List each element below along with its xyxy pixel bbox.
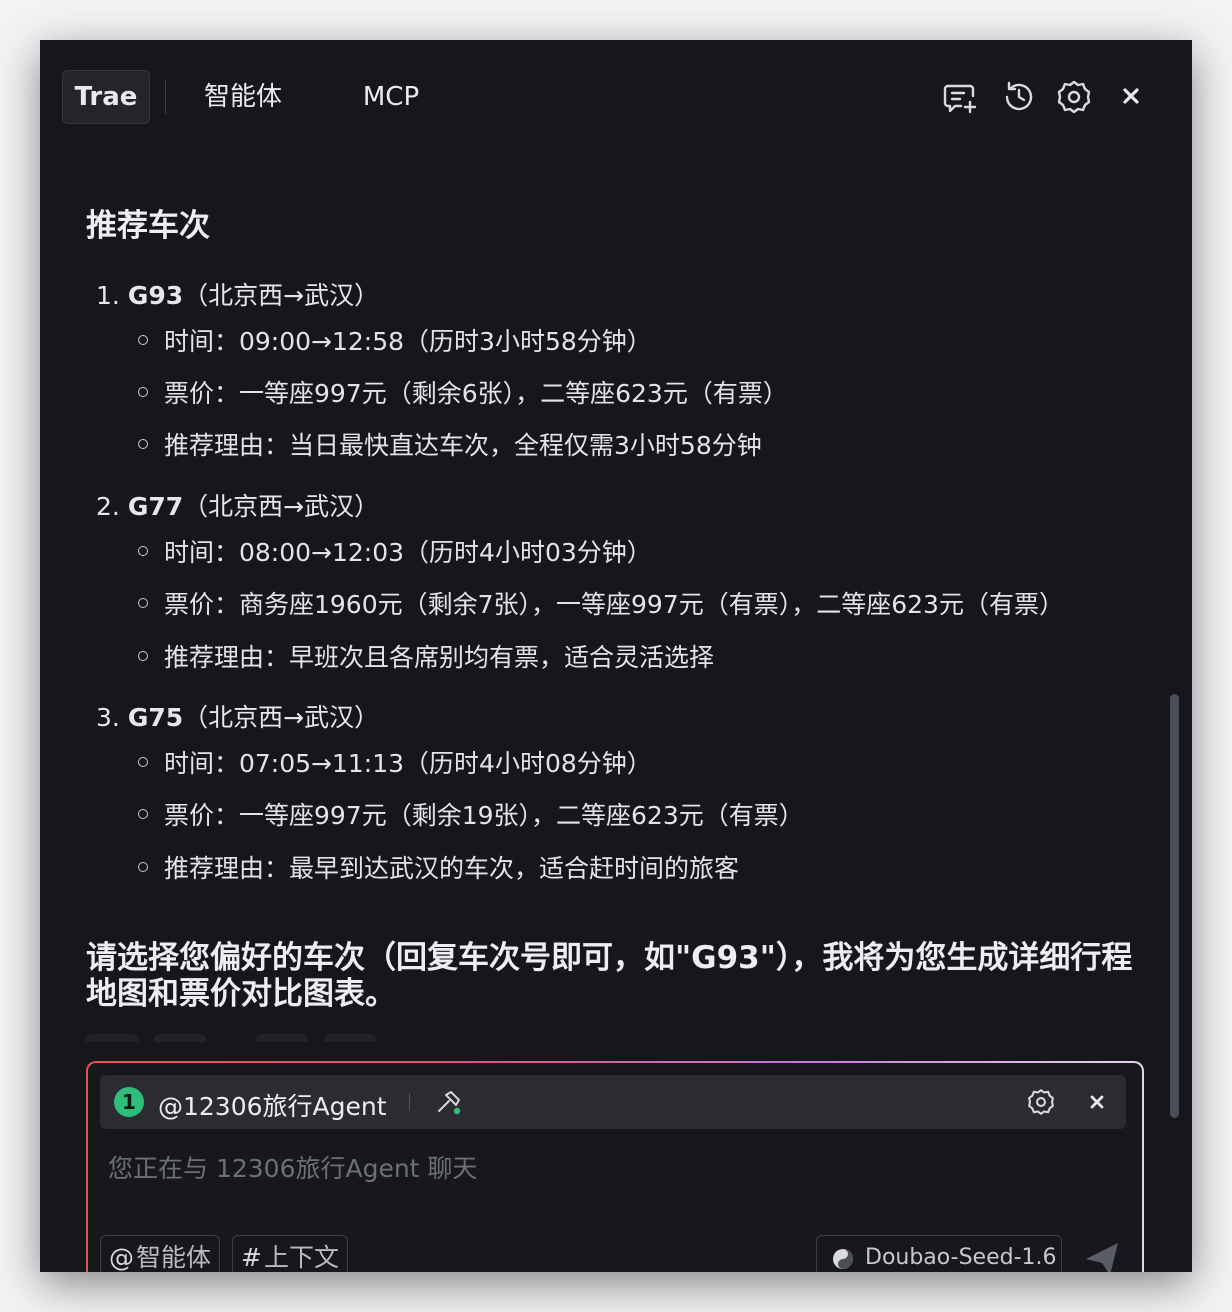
bullet-dot-icon xyxy=(138,546,148,556)
bullet-dot-icon xyxy=(138,598,148,608)
section-title: 推荐车次 xyxy=(86,208,210,244)
model-name: Doubao-Seed-1.6 xyxy=(865,1245,1057,1270)
train-route: （北京西→武汉） xyxy=(183,492,380,521)
bullet-dot-icon xyxy=(138,335,148,345)
settings-icon[interactable] xyxy=(1055,78,1093,116)
agent-bar-divider xyxy=(409,1093,410,1111)
train-index: 1. xyxy=(96,281,120,310)
send-icon[interactable] xyxy=(1082,1239,1122,1272)
bullet-dot-icon xyxy=(138,439,148,449)
train-detail-time: 时间：09:00→12:58（历时3小时58分钟） xyxy=(138,322,652,358)
scrollbar-thumb[interactable] xyxy=(1170,694,1179,1118)
train-detail-time: 时间：08:00→12:03（历时4小时03分钟） xyxy=(138,533,652,569)
train-route: （北京西→武汉） xyxy=(183,703,380,732)
header: Trae 智能体 MCP xyxy=(40,40,1192,152)
tab-divider xyxy=(165,80,166,114)
train-detail-price: 票价：一等座997元（剩余6张），二等座623元（有票） xyxy=(138,374,788,410)
closing-prompt: 请选择您偏好的车次（回复车次号即可，如"G93"），我将为您生成详细行程地图和票… xyxy=(86,940,1133,1012)
close-icon[interactable] xyxy=(1112,78,1150,116)
train-detail-reason: 推荐理由：早班次且各席别均有票，适合灵活选择 xyxy=(138,638,714,674)
agent-name: @12306旅行Agent xyxy=(158,1092,387,1121)
message-input[interactable]: 您正在与 12306旅行Agent 聊天 xyxy=(108,1149,477,1185)
bullet-dot-icon xyxy=(138,862,148,872)
train-detail-reason: 推荐理由：当日最快直达车次，全程仅需3小时58分钟 xyxy=(138,426,762,462)
remove-agent-icon[interactable] xyxy=(1082,1087,1112,1117)
agent-count-badge: 1 xyxy=(114,1087,144,1117)
message-action-ghost xyxy=(86,1034,138,1042)
selected-agent-bar: 1 @12306旅行Agent xyxy=(100,1075,1126,1129)
message-action-ghost xyxy=(256,1034,308,1042)
message-action-ghost xyxy=(324,1034,376,1042)
chat-panel-window: Trae 智能体 MCP 推荐车次 1. G93（北京西→武汉） 时间：09:0… xyxy=(40,40,1192,1272)
train-number: G77 xyxy=(127,492,184,521)
message-content: 推荐车次 1. G93（北京西→武汉） 时间：09:00→12:58（历时3小时… xyxy=(40,152,1192,1118)
chat-input-panel: 1 @12306旅行Agent 您正在与 12306旅行Agent 聊天 @智能… xyxy=(86,1061,1144,1272)
context-chip[interactable]: #上下文 xyxy=(232,1235,348,1272)
message-action-ghost xyxy=(154,1034,206,1042)
new-chat-icon[interactable] xyxy=(942,78,980,116)
train-number: G75 xyxy=(127,703,184,732)
train-route: （北京西→武汉） xyxy=(183,281,380,310)
train-item: 2. G77（北京西→武汉） xyxy=(96,487,379,523)
agent-settings-icon[interactable] xyxy=(1026,1087,1056,1117)
tab-agents[interactable]: 智能体 xyxy=(188,70,298,124)
bullet-dot-icon xyxy=(138,651,148,661)
train-number: G93 xyxy=(127,281,184,310)
model-selector[interactable]: Doubao-Seed-1.6 xyxy=(816,1235,1062,1272)
train-index: 2. xyxy=(96,492,120,521)
train-detail-reason: 推荐理由：最早到达武汉的车次，适合赶时间的旅客 xyxy=(138,849,739,885)
history-icon[interactable] xyxy=(1000,78,1038,116)
train-item: 3. G75（北京西→武汉） xyxy=(96,698,379,734)
doubao-logo-icon xyxy=(833,1249,853,1269)
tab-mcp[interactable]: MCP xyxy=(346,70,436,124)
tools-icon[interactable] xyxy=(434,1087,464,1117)
tab-trae[interactable]: Trae xyxy=(62,70,150,124)
bullet-dot-icon xyxy=(138,809,148,819)
train-item: 1. G93（北京西→武汉） xyxy=(96,276,379,312)
mention-agent-chip[interactable]: @智能体 xyxy=(100,1235,221,1272)
train-detail-time: 时间：07:05→11:13（历时4小时08分钟） xyxy=(138,744,652,780)
bullet-dot-icon xyxy=(138,387,148,397)
train-detail-price: 票价：一等座997元（剩余19张），二等座623元（有票） xyxy=(138,796,804,832)
train-detail-price: 票价：商务座1960元（剩余7张），一等座997元（有票），二等座623元（有票… xyxy=(138,585,1064,621)
train-index: 3. xyxy=(96,703,120,732)
bullet-dot-icon xyxy=(138,757,148,767)
